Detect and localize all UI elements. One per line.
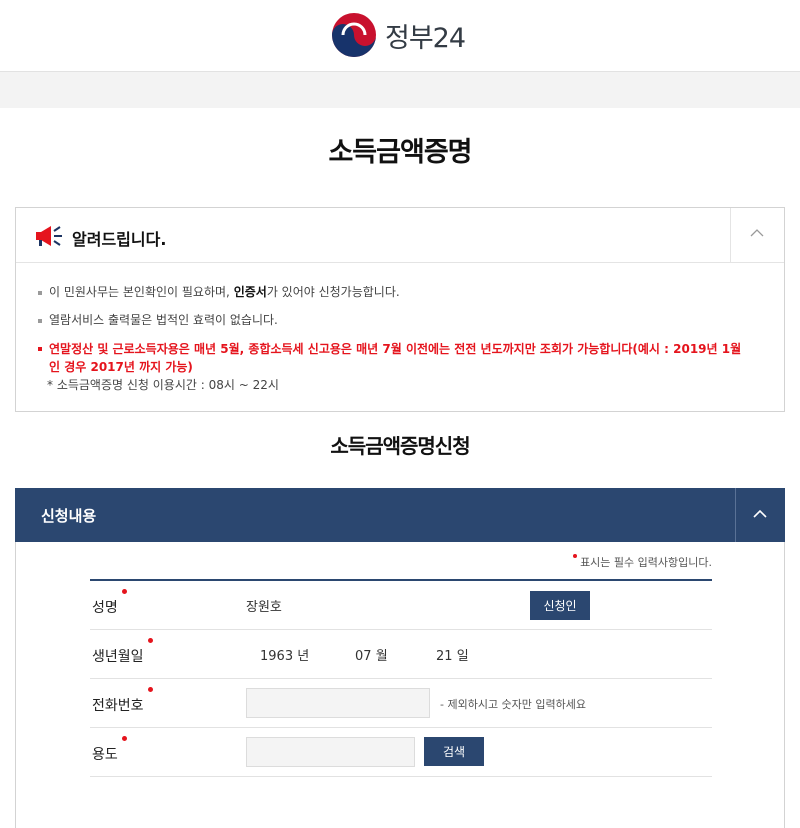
certificate-text: 인증서 — [233, 285, 267, 299]
panel-header: 신청내용 — [15, 488, 785, 542]
notice-item: 이 민원사무는 본인확인이 필요하며, 인증서가 있어야 신청가능합니다. — [38, 284, 768, 301]
name-label: 성명 — [92, 589, 127, 617]
name-value: 장원호 — [246, 600, 282, 615]
birth-year: 1963 년 — [260, 649, 310, 664]
usage-hours-note: * 소득금액증명 신청 이용시간 : 08시 ~ 22시 — [47, 378, 279, 392]
notice-collapse-button[interactable] — [730, 208, 784, 263]
required-dot-icon — [573, 554, 578, 558]
notice-title: 알려드립니다. — [72, 230, 167, 249]
notice-list: 이 민원사무는 본인확인이 필요하며, 인증서가 있어야 신청가능합니다. 열람… — [38, 284, 768, 376]
site-header: 정부24 — [0, 0, 800, 72]
panel-title: 신청내용 — [41, 507, 97, 525]
chevron-up-icon — [753, 509, 767, 518]
purpose-input[interactable] — [246, 737, 415, 767]
phone-hint: - 제외하시고 숫자만 입력하세요 — [440, 698, 587, 711]
form-row-name: 성명 장원호 신청인 — [90, 581, 712, 630]
application-form: 성명 장원호 신청인 생년월일 1963 년 07 월 21 일 전화번호 - … — [90, 579, 712, 777]
purpose-label: 용도 — [92, 736, 127, 764]
required-dot-icon — [147, 687, 153, 692]
application-panel: 신청내용 표시는 필수 입력사항입니다. 성명 장원호 신청인 생년월일 196… — [15, 488, 785, 828]
gov24-logo[interactable]: 정부24 — [331, 12, 466, 58]
required-dot-icon — [121, 736, 127, 741]
birth-month: 07 월 — [355, 649, 388, 664]
notice-item-warning: 연말정산 및 근로소득자용은 매년 5월, 종합소득세 신고용은 매년 7월 이… — [38, 340, 768, 376]
phone-label: 전화번호 — [92, 687, 153, 715]
notice-header: 알려드립니다. — [16, 208, 784, 263]
megaphone-icon — [36, 226, 62, 246]
search-button[interactable]: 검색 — [424, 737, 484, 766]
required-note: 표시는 필수 입력사항입니다. — [573, 554, 712, 570]
birth-day: 21 일 — [436, 649, 469, 664]
logo-text: 정부24 — [385, 22, 466, 54]
notice-item: 열람서비스 출력물은 법적인 효력이 없습니다. — [38, 312, 768, 329]
required-dot-icon — [147, 638, 153, 643]
birthdate-label: 생년월일 — [92, 638, 153, 666]
header-band — [0, 72, 800, 108]
taegeuk-icon — [332, 13, 376, 57]
applicant-button[interactable]: 신청인 — [530, 591, 590, 620]
phone-input[interactable] — [246, 688, 430, 718]
page-title: 소득금액증명 — [328, 137, 472, 168]
form-row-purpose: 용도 검색 — [90, 728, 712, 777]
chevron-up-icon — [750, 229, 764, 237]
form-row-birthdate: 생년월일 1963 년 07 월 21 일 — [90, 630, 712, 679]
form-row-phone: 전화번호 - 제외하시고 숫자만 입력하세요 — [90, 679, 712, 728]
section-title: 소득금액증명신청 — [330, 434, 470, 458]
required-dot-icon — [121, 589, 127, 594]
panel-collapse-button[interactable] — [735, 488, 785, 542]
